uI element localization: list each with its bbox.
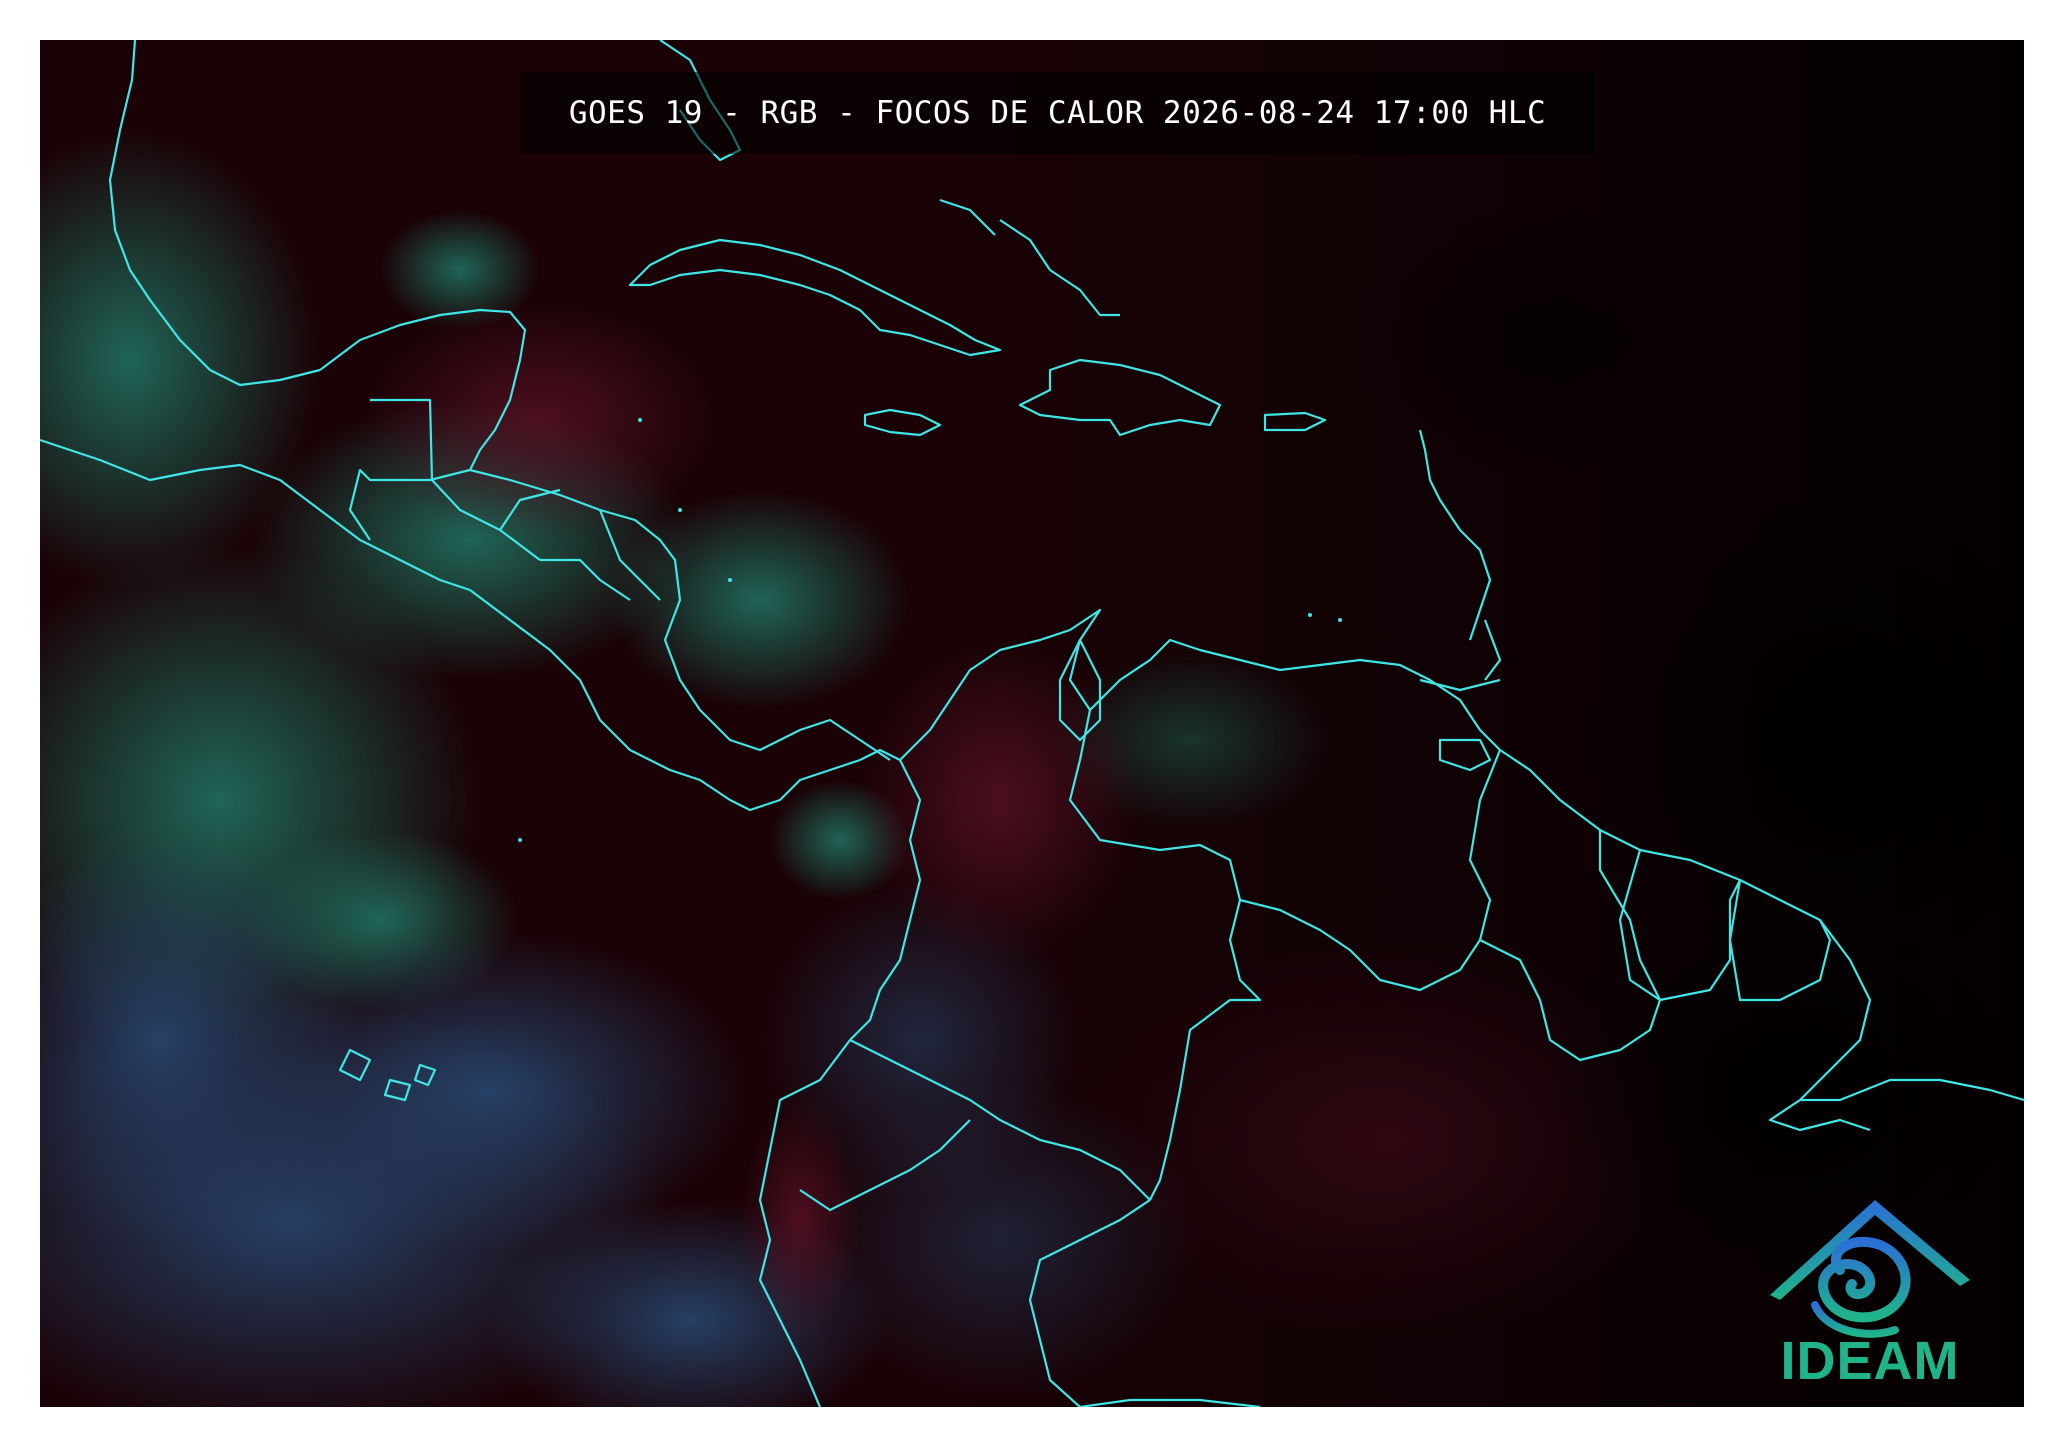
map-title: GOES 19 - RGB - FOCOS DE CALOR 2026-08-2…	[568, 95, 1547, 131]
ideam-mountain-swirl-icon	[1770, 1200, 1970, 1338]
satellite-map	[40, 40, 2024, 1407]
ideam-logo: IDEAM	[1755, 1180, 1985, 1391]
ideam-logo-text: IDEAM	[1780, 1331, 1960, 1391]
satellite-map-frame: GOES 19 - RGB - FOCOS DE CALOR 2026-08-2…	[40, 40, 2024, 1407]
map-title-box: GOES 19 - RGB - FOCOS DE CALOR 2026-08-2…	[520, 72, 1595, 154]
